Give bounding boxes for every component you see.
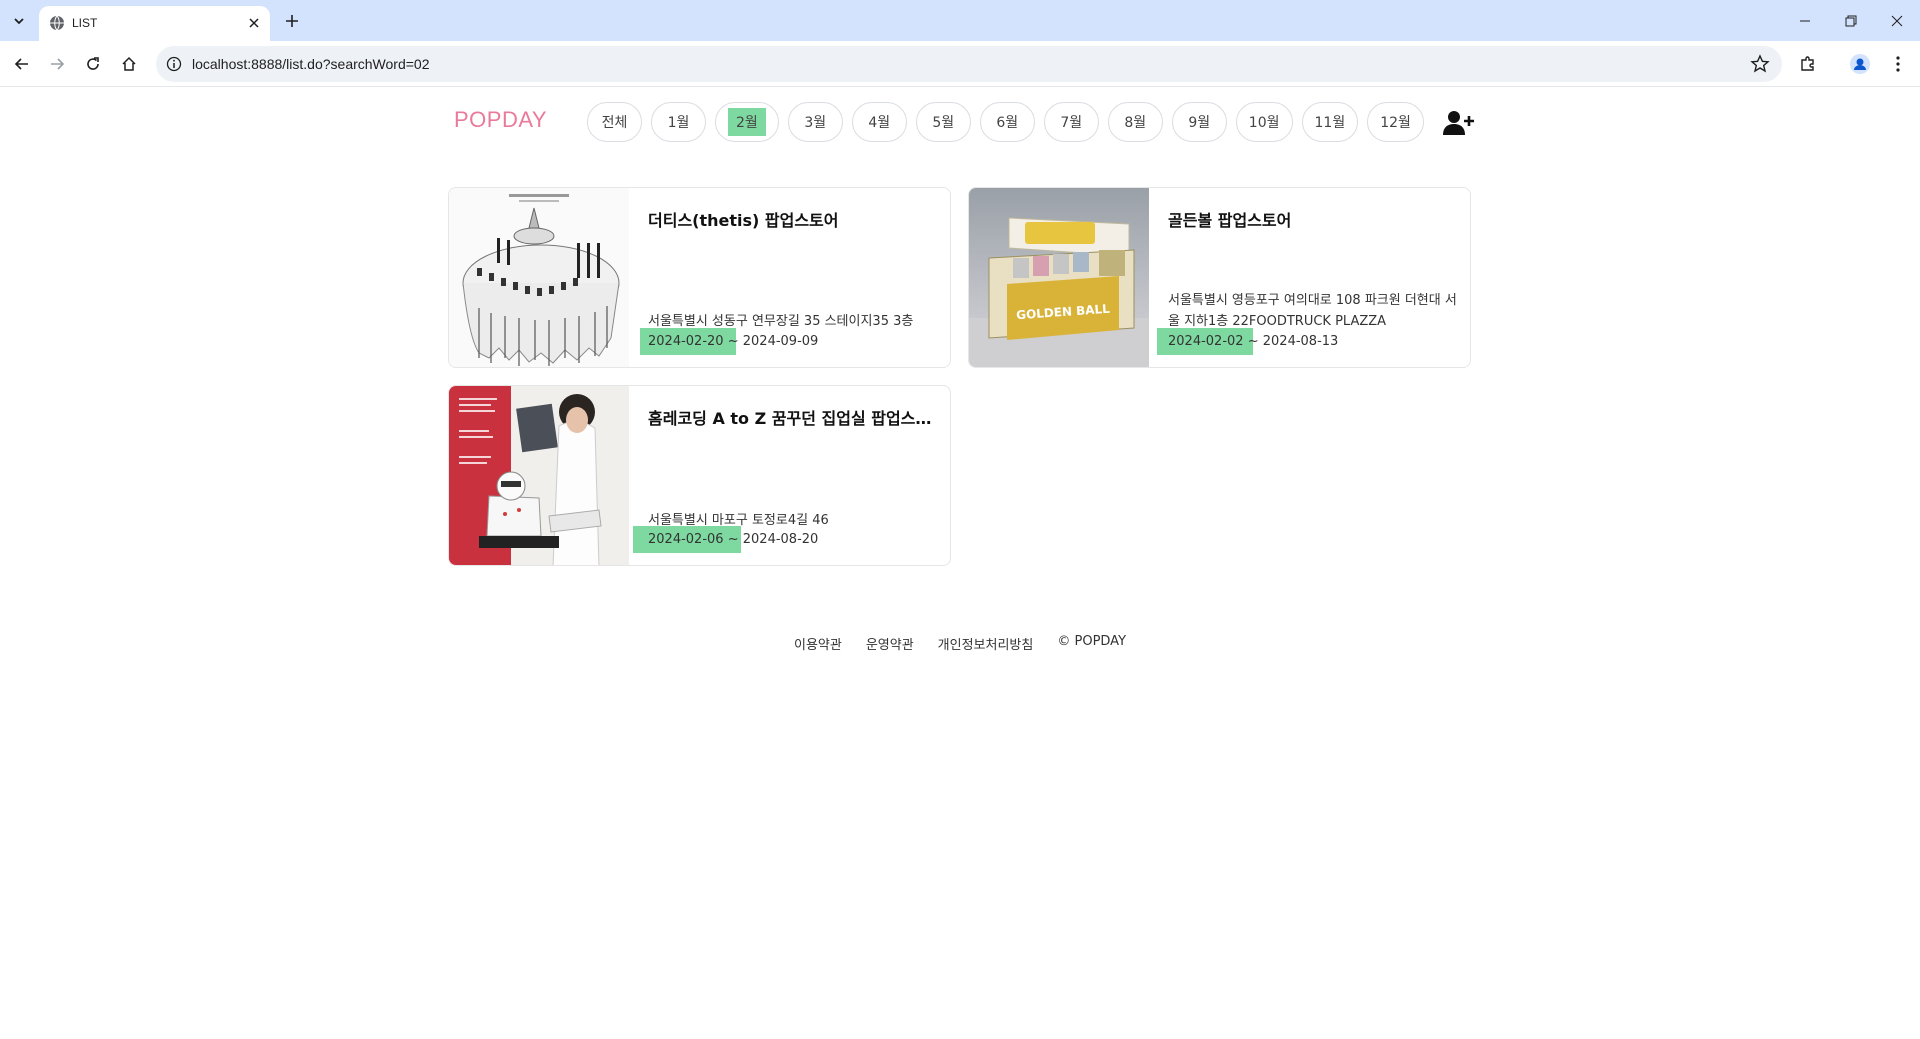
extensions-button[interactable] (1794, 50, 1822, 78)
card-date-range: 2024-02-20 ~ 2024-09-09 (648, 332, 818, 352)
card-thumbnail: GOLDEN BALL (969, 188, 1149, 367)
date-separator: ~ (1247, 334, 1259, 349)
tab-close-button[interactable] (244, 13, 264, 33)
card-title[interactable]: 골든볼 팝업스토어 (1168, 210, 1458, 232)
month-label: 전체 (601, 115, 628, 131)
card-date-range: 2024-02-02 ~ 2024-08-13 (1168, 332, 1338, 352)
month-label: 11월 (1314, 115, 1346, 131)
month-button-6[interactable]: 6월 (979, 102, 1035, 142)
month-label: 3월 (804, 115, 827, 131)
plus-icon (286, 15, 298, 27)
card-start-date: 2024-02-06 (648, 532, 724, 547)
popup-card[interactable]: GOLDEN BALL 골든볼 팝업스토어 서울특별시 영등포구 여의대로 10… (968, 187, 1471, 368)
month-label: 4월 (868, 115, 891, 131)
globe-icon (50, 15, 64, 31)
card-end-date: 2024-09-09 (742, 334, 819, 349)
info-icon[interactable] (166, 56, 182, 72)
site-footer: 이용약관 운영약관 개인정보처리방침 © POPDAY (0, 634, 1920, 653)
month-button-all[interactable]: 전체 (587, 102, 642, 142)
month-button-10[interactable]: 10월 (1235, 102, 1293, 142)
date-separator: ~ (727, 334, 739, 349)
month-button-3[interactable]: 3월 (787, 102, 843, 142)
card-thumbnail (449, 386, 629, 565)
profile-button[interactable] (1846, 50, 1874, 78)
month-label: 6월 (996, 115, 1019, 131)
browser-toolbar: localhost:8888/list.do?searchWord=02 (0, 41, 1920, 87)
month-button-1[interactable]: 1월 (651, 102, 706, 142)
bookmark-star-icon[interactable] (1750, 54, 1770, 74)
browser-tab[interactable]: LIST (39, 6, 270, 41)
terms-link[interactable]: 이용약관 (794, 634, 842, 653)
month-button-12[interactable]: 12월 (1367, 102, 1424, 142)
month-button-9[interactable]: 9월 (1171, 102, 1227, 142)
url-text[interactable]: localhost:8888/list.do?searchWord=02 (192, 56, 430, 72)
more-vert-icon (1896, 56, 1900, 72)
tab-search-button[interactable] (7, 9, 31, 33)
browser-menu-button[interactable] (1884, 50, 1912, 78)
arrow-right-icon (51, 58, 65, 70)
card-title[interactable]: 더티스(thetis) 팝업스토어 (648, 210, 938, 232)
card-end-date: 2024-08-20 (742, 532, 819, 547)
browser-tabbar: LIST (0, 0, 1920, 41)
date-separator: ~ (727, 532, 739, 547)
address-bar[interactable]: localhost:8888/list.do?searchWord=02 (156, 46, 1782, 82)
card-end-date: 2024-08-13 (1262, 334, 1339, 349)
month-label: 9월 (1188, 115, 1211, 131)
minimize-icon (1800, 20, 1810, 22)
popup-card[interactable]: 홈레코딩 A to Z 꿈꾸던 집업실 팝업스토어 서울특별시 마포구 토정로4… (448, 385, 951, 566)
month-label: 1월 (667, 115, 690, 131)
add-user-icon[interactable] (1442, 109, 1474, 137)
month-button-11[interactable]: 11월 (1301, 102, 1359, 142)
home-button[interactable] (115, 50, 143, 78)
month-button-4[interactable]: 4월 (851, 102, 907, 142)
restore-icon (1845, 15, 1857, 27)
month-label: 10월 (1248, 115, 1280, 131)
card-title[interactable]: 홈레코딩 A to Z 꿈꾸던 집업실 팝업스토어 (648, 408, 938, 430)
close-window-button[interactable] (1874, 6, 1920, 36)
close-icon (1891, 15, 1903, 27)
site-logo[interactable]: POPDAY (454, 107, 547, 133)
month-button-7[interactable]: 7월 (1043, 102, 1099, 142)
card-date-range: 2024-02-06 ~ 2024-08-20 (648, 530, 818, 550)
card-start-date: 2024-02-02 (1168, 334, 1244, 349)
avatar-icon (1850, 54, 1870, 74)
restore-button[interactable] (1828, 6, 1874, 36)
back-button[interactable] (8, 50, 36, 78)
card-start-date: 2024-02-20 (648, 334, 724, 349)
month-label: 8월 (1124, 115, 1147, 131)
operation-terms-link[interactable]: 운영약관 (866, 634, 914, 653)
month-label: 7월 (1060, 115, 1083, 131)
month-button-8[interactable]: 8월 (1107, 102, 1163, 142)
home-icon (122, 56, 136, 71)
month-label: 5월 (932, 115, 955, 131)
privacy-policy-link[interactable]: 개인정보처리방침 (938, 634, 1034, 653)
reload-icon (87, 57, 99, 70)
arrow-left-icon (14, 58, 28, 70)
puzzle-icon (1801, 56, 1814, 71)
chevron-down-icon (14, 18, 24, 25)
month-label: 2월 (728, 108, 766, 136)
card-thumbnail (449, 188, 629, 367)
new-tab-button[interactable] (279, 8, 305, 34)
reload-button[interactable] (79, 50, 107, 78)
popup-card[interactable]: 더티스(thetis) 팝업스토어 서울특별시 성동구 연무장길 35 스테이지… (448, 187, 951, 368)
close-icon (249, 18, 259, 28)
forward-button[interactable] (43, 50, 71, 78)
minimize-button[interactable] (1782, 6, 1828, 36)
month-button-5[interactable]: 5월 (915, 102, 971, 142)
card-address: 서울특별시 영등포구 여의대로 108 파크원 더현대 서울 지하1층 22FO… (1168, 293, 1457, 329)
page-content: POPDAY 전체 1월 2월 3월 4월 5월 6월 7월 8월 9월 10월… (0, 87, 1920, 1039)
tab-title: LIST (72, 16, 98, 30)
month-label: 12월 (1380, 115, 1411, 131)
month-button-2[interactable]: 2월 (715, 102, 779, 142)
copyright: © POPDAY (1057, 634, 1127, 649)
month-filter-nav: 전체 1월 2월 3월 4월 5월 6월 7월 8월 9월 10월 11월 12… (587, 102, 1424, 146)
